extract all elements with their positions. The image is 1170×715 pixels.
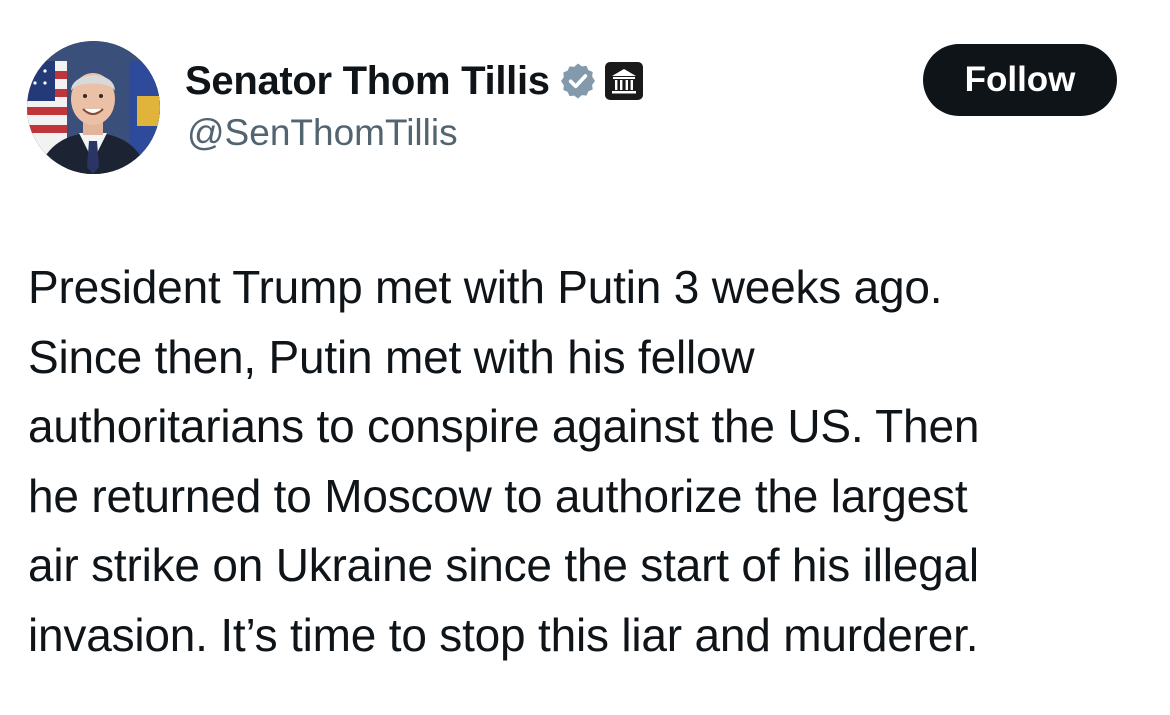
tweet-text-line: air strike on Ukraine since the start of… xyxy=(28,539,979,591)
follow-button[interactable]: Follow xyxy=(923,44,1117,116)
tweet-text: President Trump met with Putin 3 weeks a… xyxy=(28,253,1138,670)
government-building-icon[interactable] xyxy=(604,61,644,101)
avatar[interactable] xyxy=(27,41,160,174)
tweet-text-line: authoritarians to conspire against the U… xyxy=(28,400,980,452)
author-name-row: Senator Thom Tillis xyxy=(185,56,644,106)
display-name[interactable]: Senator Thom Tillis xyxy=(185,59,550,104)
author-handle[interactable]: @SenThomTillis xyxy=(187,112,458,154)
verified-check-icon[interactable] xyxy=(558,61,598,101)
tweet-text-line: Since then, Putin met with his fellow xyxy=(28,330,755,383)
tweet-text-line: invasion. It’s time to stop this liar an… xyxy=(28,608,979,661)
tweet-card: Senator Thom Tillis @SenThomTillis Follo… xyxy=(0,0,1170,715)
tweet-text-line: he returned to Moscow to authorize the l… xyxy=(28,469,968,522)
tweet-text-line: President Trump met with Putin 3 weeks a… xyxy=(28,261,943,313)
